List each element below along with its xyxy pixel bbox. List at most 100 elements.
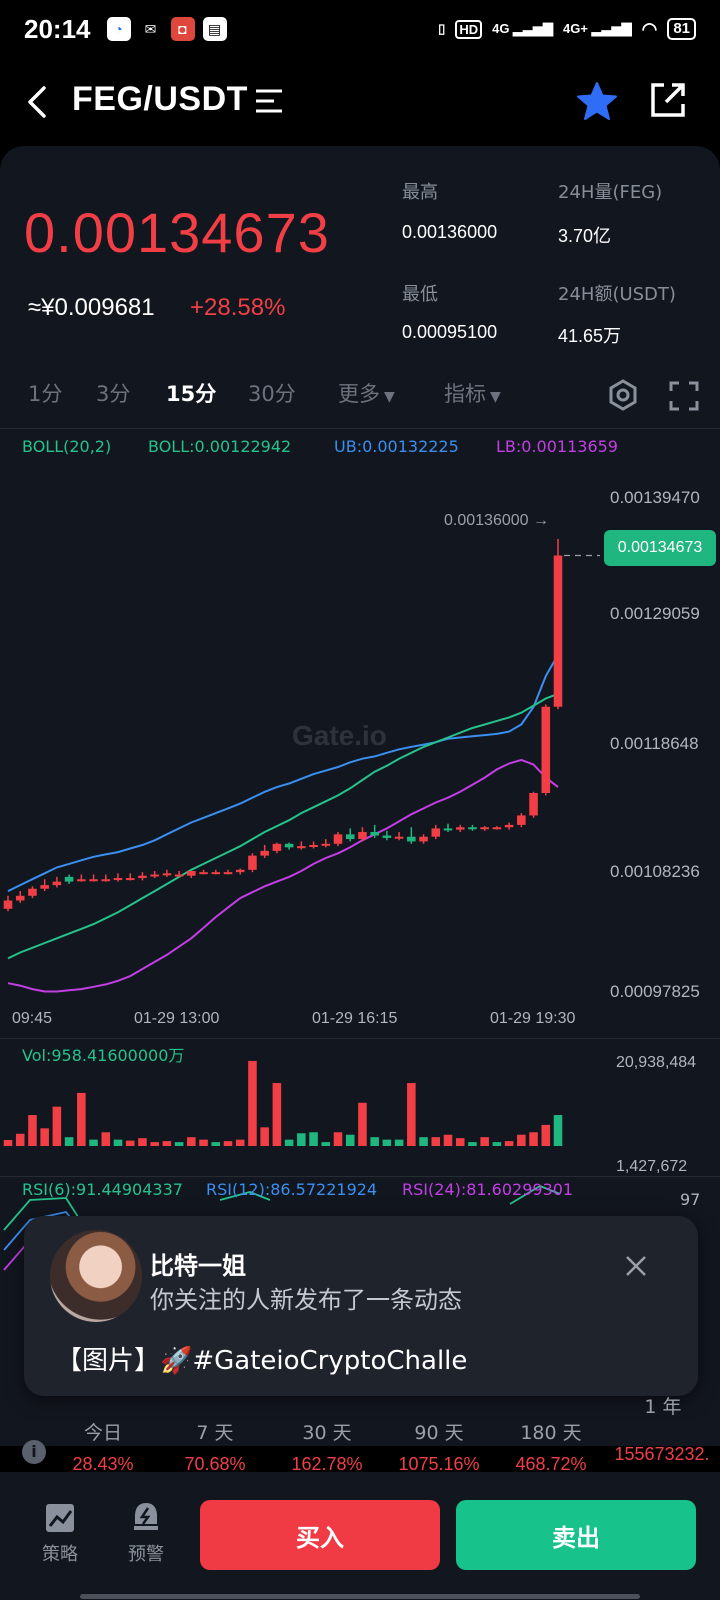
calendar-icon: ▤ [202, 17, 227, 41]
info-icon[interactable]: i [22, 1440, 46, 1464]
boll-lower-line [7, 758, 559, 993]
boll-ub: UB:0.00132225 [334, 437, 459, 456]
candle [345, 834, 355, 840]
candle [370, 831, 379, 836]
volume-bar [187, 1137, 196, 1146]
x-tick: 01-29 19:30 [490, 1010, 576, 1027]
high-marker: 0.00136000 → [444, 512, 549, 529]
candle [382, 835, 392, 838]
volume-bar [223, 1141, 233, 1146]
candle [52, 881, 62, 886]
candle [492, 827, 502, 830]
tab-30m[interactable]: 30分 [248, 378, 296, 408]
candle [468, 827, 477, 830]
last-price-tag: 0.00134673 [604, 530, 716, 566]
vol-24h-value: 3.70亿 [558, 226, 612, 246]
volume-bar [125, 1140, 135, 1146]
candle [529, 792, 538, 816]
back-icon[interactable] [22, 82, 52, 122]
tab-3m[interactable]: 3分 [96, 378, 130, 408]
follow-notification[interactable]: 比特一姐 你关注的人新发布了一条动态 【图片】🚀#GateioCryptoCha… [24, 1216, 698, 1396]
volume-bar [162, 1141, 172, 1146]
volume-bar [113, 1139, 123, 1146]
candle [260, 850, 269, 856]
candle [15, 895, 25, 901]
vibrate-icon: ▯ [438, 21, 446, 36]
volume-bar [260, 1127, 269, 1146]
volume-label: Vol:958.41600000万 [22, 1046, 185, 1065]
strategy-icon [46, 1504, 74, 1532]
candle [138, 875, 147, 879]
tab-15m[interactable]: 15分 [166, 378, 216, 408]
volume-bar [89, 1139, 98, 1146]
candle [284, 843, 294, 848]
x-tick: 01-29 13:00 [134, 1010, 220, 1027]
alert-button[interactable]: 预警 [116, 1500, 176, 1566]
header: FEG/USDT [0, 60, 720, 144]
boll-mid: BOLL:0.00122942 [148, 437, 292, 456]
candle [480, 827, 489, 830]
settings-hex-icon[interactable] [606, 378, 640, 412]
volume-bar [394, 1139, 404, 1146]
candle [431, 828, 441, 837]
volume-bar [382, 1139, 392, 1146]
bottom-bar: 策略 预警 买入 卖出 [0, 1472, 720, 1600]
status-right: ▯ HD 4G ▂▃▅▇ 4G+ ▂▃▅▇ ◠ 81 [438, 18, 696, 40]
volume-tick: 20,938,484 [616, 1054, 697, 1071]
perf-label: 30 天 [302, 1422, 352, 1444]
perf-label: 1 年 [644, 1396, 682, 1418]
volume-bar [40, 1128, 49, 1146]
volume-bar [15, 1133, 25, 1146]
candle [174, 874, 184, 877]
candle [150, 874, 159, 877]
volume-bar [358, 1102, 367, 1146]
menu-icon[interactable] [254, 86, 284, 116]
tab-1m[interactable]: 1分 [28, 378, 62, 408]
volume-bar [492, 1142, 502, 1146]
candle [162, 873, 172, 876]
close-icon[interactable] [624, 1254, 648, 1278]
network-1: 4G ▂▃▅▇ [492, 21, 554, 36]
rsi-24: RSI(24):81.60299301 [402, 1180, 574, 1199]
candle [455, 827, 465, 830]
price-change: +28.58% [190, 294, 286, 321]
sell-button[interactable]: 卖出 [456, 1500, 696, 1570]
candle [321, 843, 331, 846]
candle [407, 836, 416, 842]
tab-indicators[interactable]: 指标 ▼ [444, 378, 501, 408]
volume-bar [138, 1138, 147, 1146]
x-tick: 09:45 [12, 1010, 53, 1027]
volume-bar [468, 1142, 477, 1146]
volume-bar [553, 1115, 563, 1146]
y-tick: 0.00097825 [610, 982, 700, 1001]
chevron-down-icon: ▼ [490, 389, 501, 405]
high-value: 0.00136000 [402, 222, 498, 242]
low-value: 0.00095100 [402, 322, 498, 342]
candle [187, 870, 196, 876]
tab-more[interactable]: 更多 ▼ [338, 378, 395, 408]
volume-bar [297, 1133, 306, 1146]
volume-bar [77, 1092, 86, 1146]
volume-bar [407, 1083, 416, 1146]
volume-bar [235, 1139, 245, 1146]
strategy-button[interactable]: 策略 [30, 1500, 90, 1566]
candle [358, 831, 367, 840]
share-icon[interactable] [648, 80, 688, 120]
network-1-label: 4G [492, 21, 510, 36]
volume-bar [272, 1083, 282, 1146]
candle [101, 879, 111, 882]
status-bar: 20:14 ◔ ✉ ◘ ▤ ▯ HD 4G ▂▃▅▇ 4G+ ▂▃▅▇ ◠ 81 [0, 0, 720, 58]
fullscreen-icon[interactable] [668, 380, 700, 412]
buy-button[interactable]: 买入 [200, 1500, 440, 1570]
home-indicator[interactable] [80, 1594, 640, 1599]
chevron-down-icon: ▼ [384, 389, 395, 405]
star-icon[interactable] [576, 80, 618, 122]
volume-bar [480, 1137, 489, 1146]
candle [223, 872, 233, 875]
pair-title[interactable]: FEG/USDT [72, 80, 248, 119]
candle [553, 555, 563, 707]
boll-mid-line [7, 692, 559, 960]
watermark-logo: Gate.io [292, 720, 387, 751]
status-time: 20:14 [24, 13, 91, 44]
perf-value: 155673232. [614, 1444, 710, 1464]
